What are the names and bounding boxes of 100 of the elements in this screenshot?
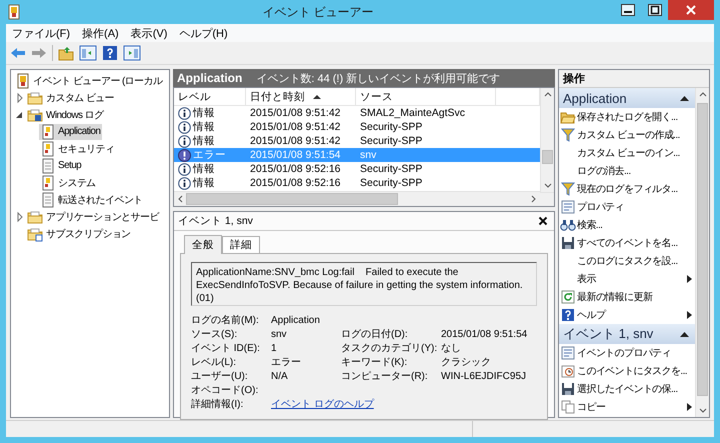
field-value: snv: [271, 328, 288, 341]
tree-item[interactable]: アプリケーションとサービ: [25, 208, 161, 224]
action-item[interactable]: 最新の情報に更新: [559, 288, 695, 306]
action-item[interactable]: イベントのプロパティ: [559, 344, 695, 362]
tab[interactable]: 全般: [184, 235, 222, 254]
maximize-icon[interactable]: [648, 4, 662, 16]
event-row[interactable]: 情報 2015/01/08 9:51:42 Security-SPP: [174, 120, 540, 134]
tab[interactable]: 詳細: [222, 236, 260, 253]
collapse-arrow-icon[interactable]: [680, 331, 689, 337]
column-header[interactable]: レベル: [174, 88, 246, 105]
back-arrow-icon[interactable]: [10, 46, 26, 60]
column-header[interactable]: 日付と時刻: [246, 88, 356, 105]
error-icon: [178, 148, 191, 162]
menu-item[interactable]: ファイル(F): [6, 26, 76, 40]
table-cell: 2015/01/08 9:52:16: [250, 177, 341, 189]
action-item[interactable]: カスタム ビューの作成...: [559, 126, 695, 144]
field-value: 1: [271, 342, 278, 355]
message-field: ApplicationName:SNV_bmc Log:fail Failed to execute the ExecSendInfoToSVP. Because of failure in getting the system information.(01): [191, 262, 537, 306]
folder-up-icon[interactable]: [58, 45, 74, 61]
viewer-icon: [16, 72, 30, 88]
info-icon: [178, 120, 191, 134]
detail-title: イベント 1, snv: [178, 214, 253, 228]
help-icon[interactable]: [102, 45, 118, 61]
action-item[interactable]: 選択したイベントの保...: [559, 380, 695, 398]
funnel-icon: [561, 128, 575, 142]
field-label: ソース(S):: [191, 328, 238, 341]
field-label: コンピューター(R):: [341, 370, 429, 383]
scrollbar[interactable]: [695, 88, 709, 417]
folder-icon: [27, 226, 43, 242]
scrollbar-corner: [540, 192, 554, 206]
section-header[interactable]: イベント 1, snv: [559, 324, 695, 344]
action-item[interactable]: このイベントにタスクを...: [559, 362, 695, 380]
document-icon: [41, 158, 55, 174]
action-item[interactable]: 保存されたログを開く...: [559, 108, 695, 126]
scrollbar[interactable]: [174, 191, 540, 206]
tree-item[interactable]: カスタム ビュー: [25, 90, 116, 106]
properties-icon: [561, 200, 575, 214]
menu-item[interactable]: 操作(A): [76, 26, 125, 40]
pane-icon[interactable]: [123, 45, 141, 61]
event-row[interactable]: 情報 2015/01/08 9:51:42 SMAL2_MainteAgtSvc: [174, 106, 540, 120]
action-item[interactable]: このログにタスクを設...: [559, 252, 695, 270]
tree-item[interactable]: 転送されたイベント: [39, 192, 145, 208]
tree-item[interactable]: セキュリティ: [39, 140, 116, 156]
action-item[interactable]: ヘルプ: [559, 306, 695, 324]
table-cell: SMAL2_MainteAgtSvc: [360, 107, 466, 119]
menu-item[interactable]: ヘルプ(H): [173, 26, 234, 40]
action-item[interactable]: 現在のログをフィルタ...: [559, 180, 695, 198]
field-label: ユーザー(U):: [191, 370, 249, 383]
action-item[interactable]: 検索...: [559, 216, 695, 234]
table-cell: Security-SPP: [360, 163, 422, 175]
action-item[interactable]: コピー: [559, 398, 695, 416]
binoculars-icon: [560, 218, 576, 232]
scrollbar-thumb[interactable]: [697, 103, 708, 396]
window-title: イベント ビューアー: [261, 4, 375, 20]
field-label: タスクのカテゴリ(Y):: [341, 342, 438, 355]
table-cell: Security-SPP: [360, 121, 422, 133]
tree-item[interactable]: イベント ビューアー (ローカル: [14, 72, 164, 88]
field-value: Application: [271, 314, 321, 327]
field-value: なし: [441, 342, 462, 355]
scrollbar-thumb[interactable]: [186, 193, 398, 205]
table-cell: snv: [360, 149, 376, 161]
event-row[interactable]: 情報 2015/01/08 9:52:16 Security-SPP: [174, 176, 540, 190]
scrollbar[interactable]: [540, 88, 554, 192]
action-item[interactable]: プロパティ: [559, 198, 695, 216]
document-icon: [41, 192, 55, 208]
clock-icon: [561, 364, 575, 378]
action-item[interactable]: ログの消去...: [559, 162, 695, 180]
pane-icon[interactable]: [79, 45, 97, 61]
column-header[interactable]: ソース: [356, 88, 496, 105]
action-item[interactable]: カスタム ビューのイン...: [559, 144, 695, 162]
tree-item[interactable]: Application: [39, 124, 102, 140]
tree-item[interactable]: Windows ログ: [25, 106, 106, 122]
info-icon: [178, 162, 191, 176]
action-item[interactable]: 表示: [559, 270, 695, 288]
event-row[interactable]: 情報 2015/01/08 9:51:42 Security-SPP: [174, 134, 540, 148]
log-icon: [41, 124, 55, 140]
table-cell: 2015/01/08 9:51:42: [250, 135, 341, 147]
event-row[interactable]: 情報 2015/01/08 9:52:16 Security-SPP: [174, 162, 540, 176]
table-cell: 2015/01/08 9:52:16: [250, 163, 341, 175]
scrollbar-thumb[interactable]: [542, 150, 553, 164]
close-icon[interactable]: [538, 216, 548, 226]
table-cell: 2015/01/08 9:51:42: [250, 107, 341, 119]
table-cell: 2015/01/08 9:51:42: [250, 121, 341, 133]
menu-item[interactable]: 表示(V): [124, 26, 174, 40]
table-cell: エラー: [193, 148, 226, 162]
action-item[interactable]: すべてのイベントを名...: [559, 234, 695, 252]
help-link[interactable]: イベント ログのヘルプ: [271, 399, 374, 410]
tree-item[interactable]: Setup: [39, 158, 84, 174]
tree-item[interactable]: サブスクリプション: [25, 226, 133, 242]
collapse-arrow-icon[interactable]: [680, 95, 689, 101]
section-title: Application: [563, 90, 627, 106]
folder-icon: [560, 110, 576, 124]
section-header[interactable]: Application: [559, 88, 695, 108]
table-cell: 情報: [193, 162, 215, 176]
table-cell: 2015/01/08 9:51:54: [250, 149, 341, 161]
close-button[interactable]: [668, 0, 714, 20]
field-label: レベル(L):: [191, 356, 237, 369]
field-value: WIN-L6EJDIFC95J: [441, 370, 528, 383]
tree-item[interactable]: システム: [39, 174, 98, 190]
minimize-icon[interactable]: [620, 4, 634, 16]
